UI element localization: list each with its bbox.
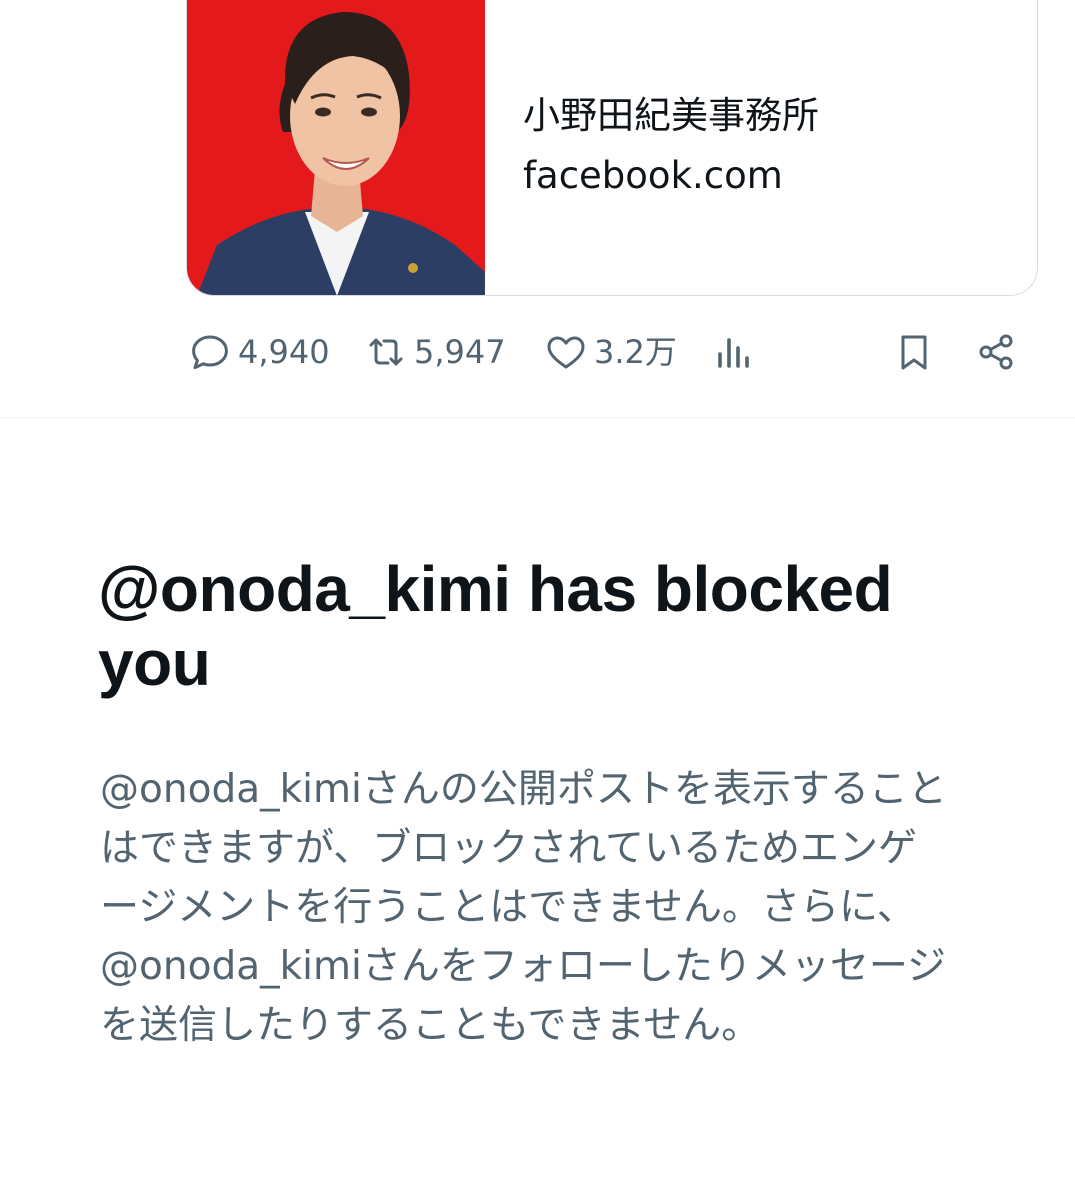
blocked-heading: @onoda_kimi has blocked you (98, 553, 893, 699)
repost-count: 5,947 (414, 333, 506, 371)
share-icon (979, 334, 1013, 370)
heart-icon (547, 336, 585, 369)
views-button[interactable] (710, 328, 758, 376)
section-divider (0, 417, 1075, 418)
repost-icon (369, 338, 403, 366)
link-card-text: 小野田紀美事務所 facebook.com (485, 0, 819, 295)
like-count: 3.2万 (594, 333, 677, 371)
reply-button[interactable]: 4,940 (186, 328, 330, 376)
link-thumbnail (187, 0, 485, 295)
like-button[interactable]: 3.2万 (542, 328, 677, 376)
portrait-image (187, 0, 485, 295)
reply-icon (192, 335, 228, 370)
link-card-title: 小野田紀美事務所 (523, 94, 819, 137)
link-preview-card[interactable]: 小野田紀美事務所 facebook.com (186, 0, 1038, 296)
bar-chart-icon (718, 338, 749, 368)
post-action-bar: 4,940 5,947 3.2万 (186, 328, 1022, 376)
share-button[interactable] (972, 328, 1020, 376)
blocked-description: @onoda_kimiさんの公開ポストを表示することはできますが、ブロックされて… (100, 767, 947, 1048)
bookmark-icon (901, 335, 927, 370)
link-card-domain: facebook.com (523, 154, 783, 197)
bookmark-button[interactable] (890, 328, 938, 376)
post-detail-page: 小野田紀美事務所 facebook.com 4,940 5,947 3.2万 @… (0, 0, 1075, 1200)
repost-button[interactable]: 5,947 (362, 328, 506, 376)
reply-count: 4,940 (238, 333, 330, 371)
